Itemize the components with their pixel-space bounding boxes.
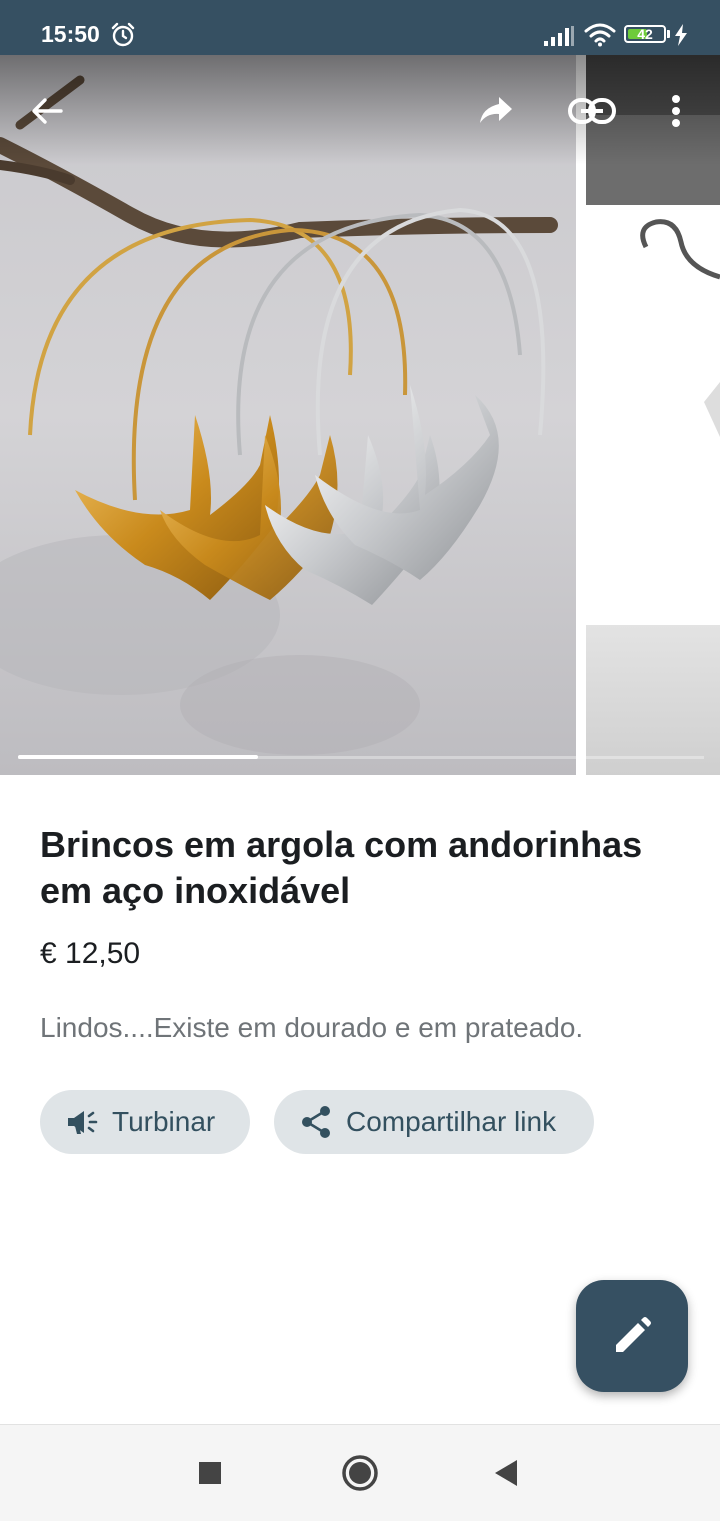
triangle-back-icon xyxy=(495,1460,517,1486)
share-nodes-icon xyxy=(300,1106,332,1138)
edit-fab-button[interactable] xyxy=(576,1280,688,1392)
back-button[interactable] xyxy=(19,83,75,139)
home-button[interactable] xyxy=(338,1451,382,1495)
battery-tip xyxy=(667,30,670,38)
thumbnail-2[interactable] xyxy=(586,207,720,623)
charging-icon xyxy=(673,24,689,51)
alarm-icon xyxy=(110,22,136,53)
turbinar-label: Turbinar xyxy=(112,1106,216,1137)
product-description: Lindos....Existe em dourado e em pratead… xyxy=(40,1012,584,1043)
back-nav-button[interactable] xyxy=(484,1451,528,1495)
share-link-button[interactable]: Compartilhar link xyxy=(274,1090,594,1154)
square-icon xyxy=(199,1462,221,1484)
thumbnail-3[interactable] xyxy=(586,625,720,775)
product-price: € 12,50 xyxy=(40,937,141,970)
megaphone-icon xyxy=(66,1106,98,1138)
gallery-progress-fill xyxy=(18,755,258,759)
copy-link-button[interactable] xyxy=(564,83,620,139)
recents-button[interactable] xyxy=(188,1451,232,1495)
battery-level: 42 xyxy=(637,26,653,42)
product-title: Brincos em argola com andorinhas em aço … xyxy=(40,824,643,911)
pencil-icon xyxy=(616,1317,651,1352)
share-link-label: Compartilhar link xyxy=(346,1106,557,1137)
share-button[interactable] xyxy=(468,83,524,139)
photo-gallery[interactable] xyxy=(0,55,720,775)
share-arrow-icon xyxy=(480,97,512,123)
circle-icon xyxy=(342,1455,378,1491)
battery-indicator: 42 xyxy=(624,25,666,43)
wifi-icon xyxy=(584,23,616,52)
arrow-left-icon xyxy=(32,98,63,124)
more-vertical-icon xyxy=(672,95,680,127)
signal-icon xyxy=(544,26,574,51)
status-time: 15:50 xyxy=(41,21,100,47)
system-nav-bar xyxy=(0,1424,720,1521)
link-icon xyxy=(568,98,616,124)
more-options-button[interactable] xyxy=(648,83,704,139)
status-bar: 15:50 42 xyxy=(0,0,720,55)
turbinar-button[interactable]: Turbinar xyxy=(40,1090,250,1154)
